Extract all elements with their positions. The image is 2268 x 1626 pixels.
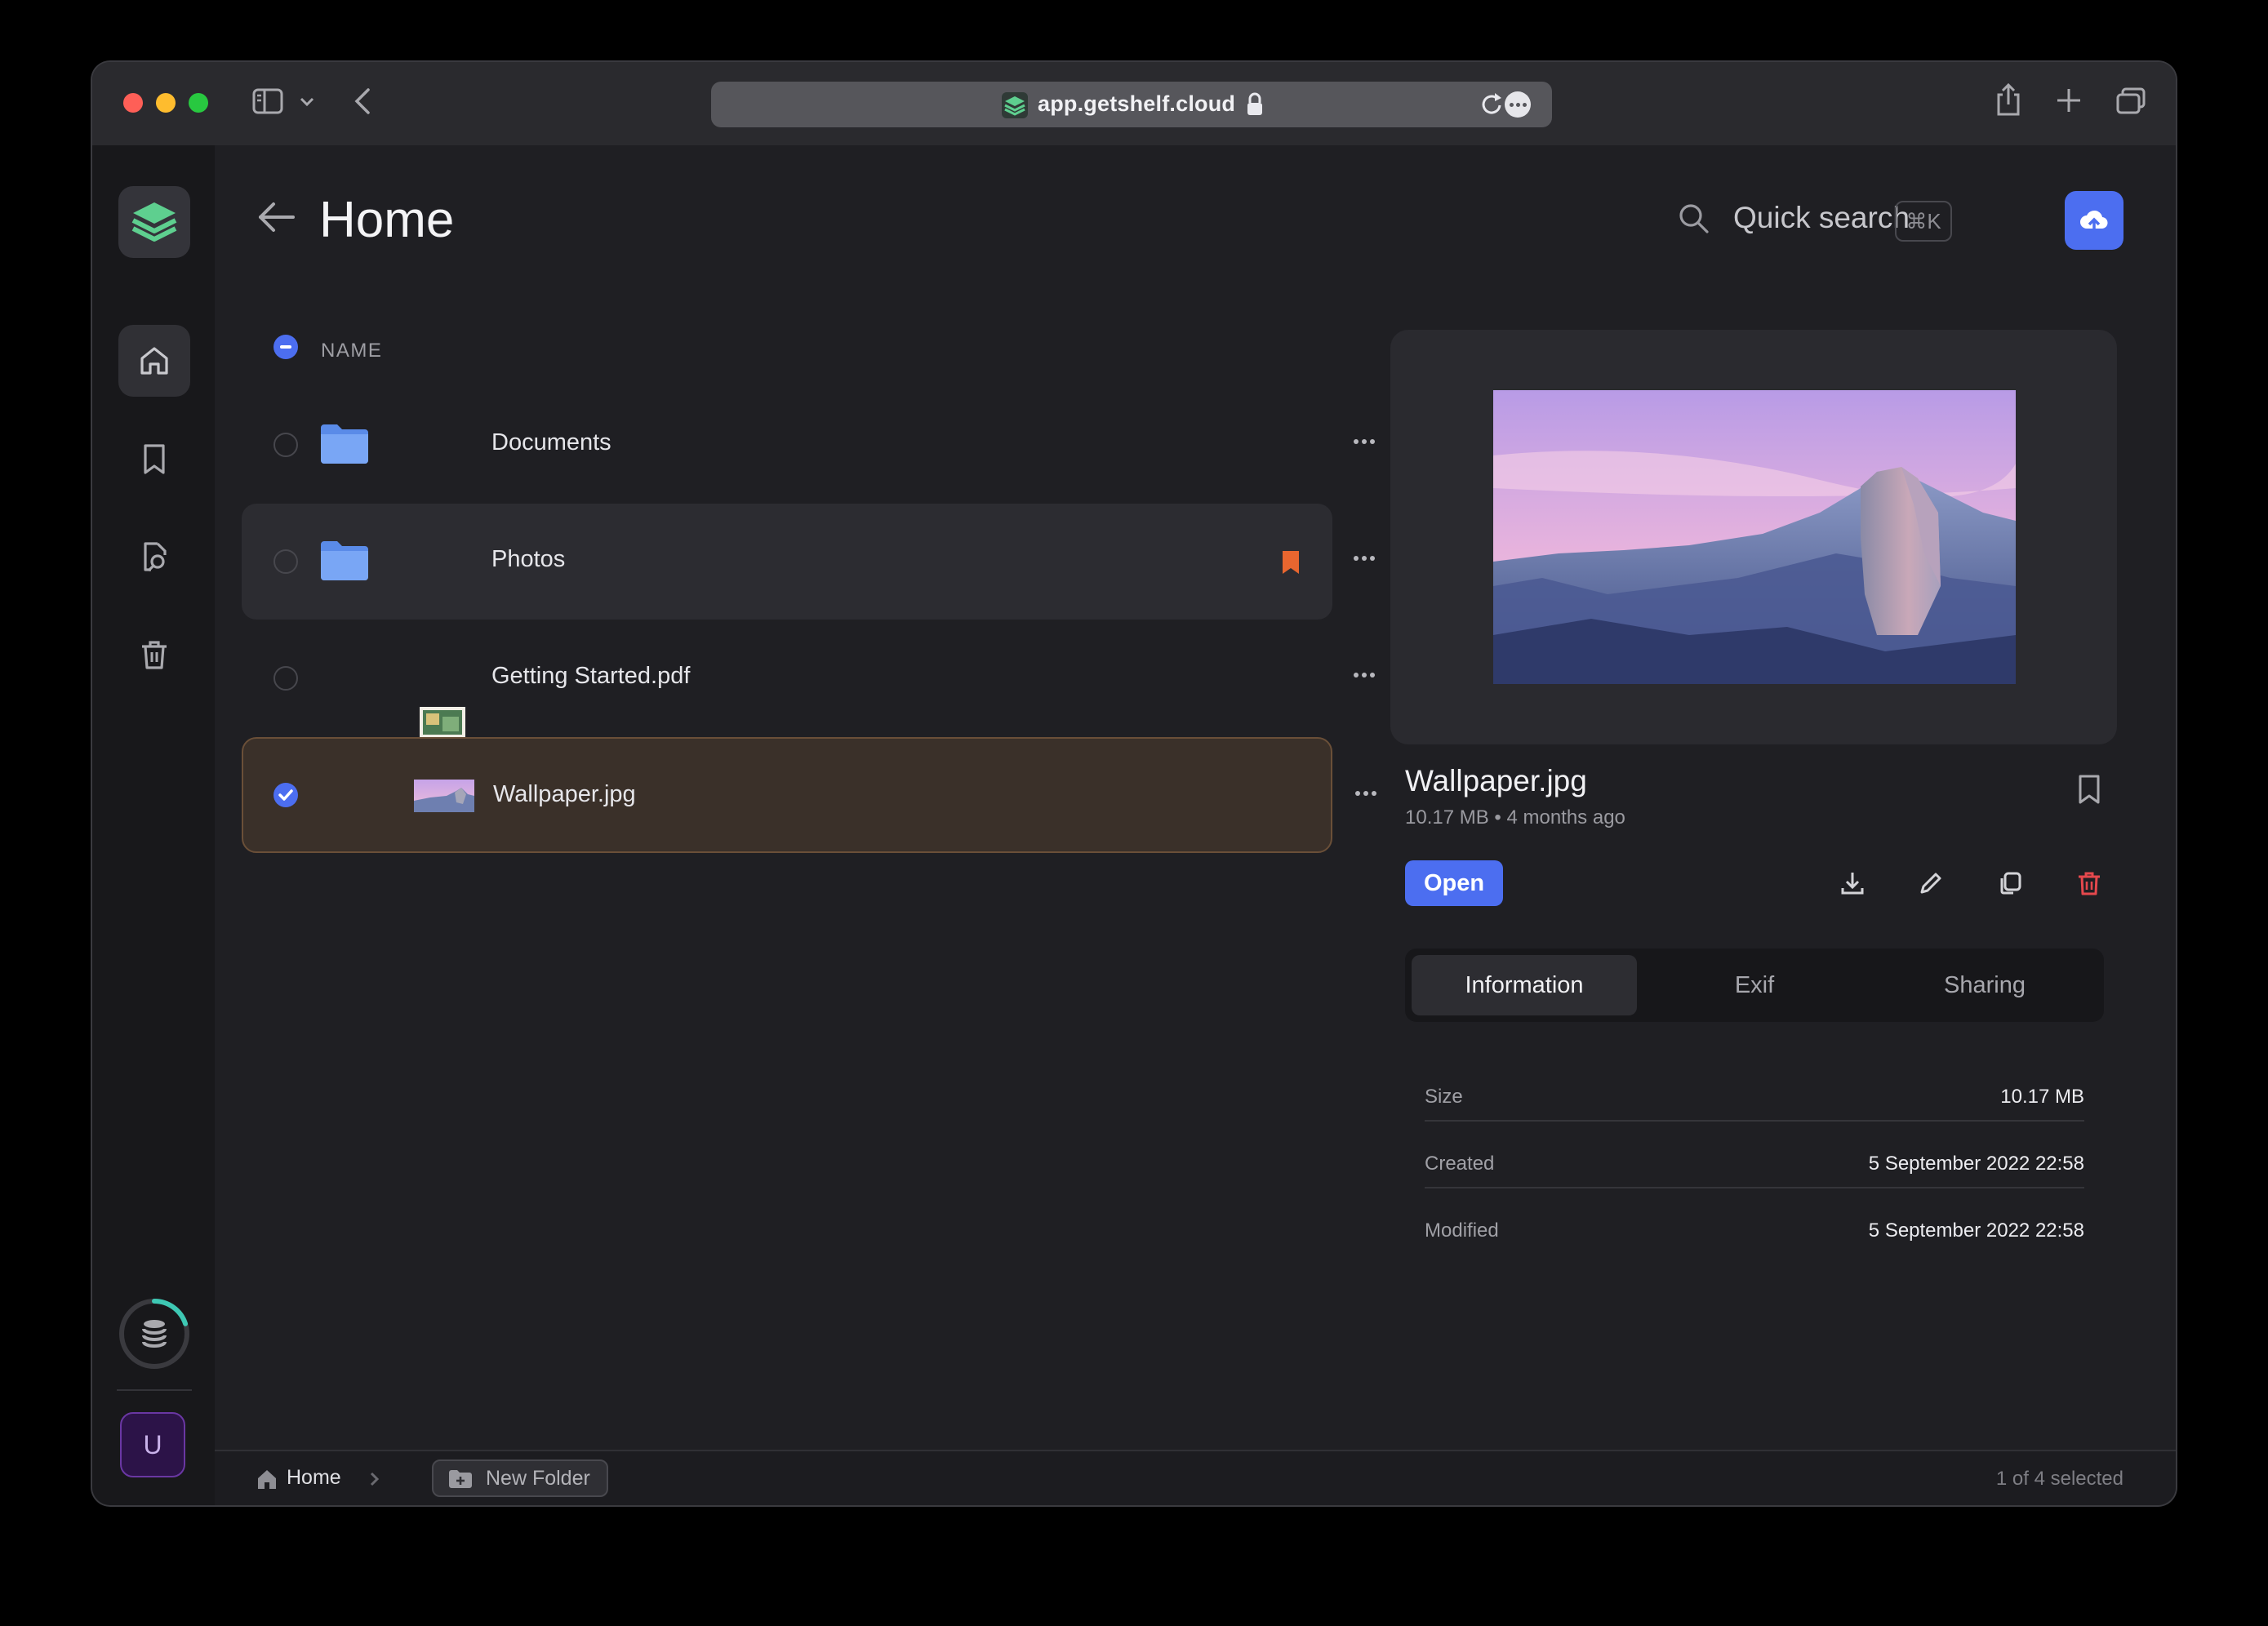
row-checkbox[interactable] xyxy=(273,433,298,457)
back-icon[interactable] xyxy=(352,87,373,116)
info-value: 5 September 2022 22:58 xyxy=(1868,1220,2084,1242)
image-preview[interactable] xyxy=(1493,390,2016,684)
detail-tabs: Information Exif Sharing xyxy=(1405,948,2104,1022)
bookmark-icon[interactable] xyxy=(2076,774,2102,805)
address-bar[interactable]: app.getshelf.cloud xyxy=(711,82,1552,127)
detail-file-title: Wallpaper.jpg xyxy=(1405,764,1587,797)
sidebar-item-search[interactable] xyxy=(118,521,190,593)
home-icon xyxy=(258,1470,276,1489)
cloud-upload-icon xyxy=(2080,210,2108,233)
sidebar-item-home[interactable] xyxy=(118,325,190,397)
sidebar-item-bookmarks[interactable] xyxy=(118,423,190,495)
file-name: Documents xyxy=(491,429,611,455)
folder-icon xyxy=(321,541,368,580)
tab-overview-icon[interactable] xyxy=(2115,87,2146,116)
selection-count: 1 of 4 selected xyxy=(1995,1468,2123,1490)
detail-file-meta: 10.17 MB • 4 months ago xyxy=(1405,806,1625,829)
home-icon xyxy=(140,347,168,375)
file-row-documents[interactable]: Documents xyxy=(242,387,1375,503)
new-folder-button[interactable]: New Folder xyxy=(432,1459,608,1497)
minimize-window-button[interactable] xyxy=(156,93,176,113)
share-icon[interactable] xyxy=(1995,82,2022,118)
select-all-checkbox[interactable] xyxy=(273,335,298,359)
row-checkbox[interactable] xyxy=(273,666,298,691)
sidebar-divider xyxy=(117,1389,192,1391)
lock-icon xyxy=(1247,92,1262,115)
tab-exif[interactable]: Exif xyxy=(1642,955,1867,1015)
folder-icon xyxy=(321,424,368,464)
info-value: 5 September 2022 22:58 xyxy=(1868,1153,2084,1175)
image-thumbnail xyxy=(414,780,474,812)
search-shortcut-badge: ⌘K xyxy=(1895,201,1952,242)
row-checkbox-checked[interactable] xyxy=(273,783,298,807)
sidebar-item-trash[interactable] xyxy=(118,619,190,691)
browser-window: app.getshelf.cloud U Home Quick search ⌘… xyxy=(92,62,2176,1505)
search-icon[interactable] xyxy=(1676,201,1712,237)
breadcrumb-home[interactable]: Home xyxy=(287,1466,341,1490)
info-row-modified: Modified 5 September 2022 22:58 xyxy=(1425,1197,2084,1262)
file-name: Photos xyxy=(491,546,566,572)
file-row-getting-started[interactable]: Getting Started.pdf xyxy=(242,620,1375,767)
layers-logo-icon xyxy=(131,202,177,242)
tab-information[interactable]: Information xyxy=(1412,955,1637,1015)
edit-icon[interactable] xyxy=(1918,870,1944,896)
sidebar-toggle-icon[interactable] xyxy=(252,87,285,116)
trash-icon xyxy=(142,641,167,669)
name-column-header[interactable]: NAME xyxy=(321,340,382,362)
reload-icon[interactable] xyxy=(1480,91,1505,118)
preview-card xyxy=(1390,330,2117,744)
zoom-window-button[interactable] xyxy=(189,93,208,113)
row-checkbox[interactable] xyxy=(273,549,298,574)
checkmark-icon xyxy=(278,789,293,801)
database-icon xyxy=(142,1320,167,1348)
info-divider xyxy=(1425,1120,2084,1122)
file-name: Wallpaper.jpg xyxy=(493,781,636,807)
info-value: 10.17 MB xyxy=(2000,1086,2084,1108)
file-row-wallpaper[interactable]: Wallpaper.jpg xyxy=(242,737,1376,853)
info-row-size: Size 10.17 MB xyxy=(1425,1063,2084,1128)
file-row-photos[interactable]: Photos xyxy=(242,504,1375,620)
back-arrow-icon[interactable] xyxy=(256,199,296,235)
browser-toolbar: app.getshelf.cloud xyxy=(92,62,2176,145)
tab-sharing[interactable]: Sharing xyxy=(1872,955,2097,1015)
bookmarked-icon[interactable] xyxy=(1280,549,1301,575)
new-tab-icon[interactable] xyxy=(2055,87,2083,114)
app-logo[interactable] xyxy=(118,186,190,258)
open-button[interactable]: Open xyxy=(1405,860,1503,906)
page-menu-icon[interactable] xyxy=(1505,91,1531,118)
status-bar: Home New Folder 1 of 4 selected xyxy=(215,1450,2176,1505)
chevron-right-icon xyxy=(370,1472,380,1486)
info-row-created: Created 5 September 2022 22:58 xyxy=(1425,1130,2084,1195)
delete-icon[interactable] xyxy=(2076,870,2102,896)
quick-search-label[interactable]: Quick search xyxy=(1733,201,1910,235)
storage-usage-indicator[interactable] xyxy=(117,1296,192,1371)
upload-button[interactable] xyxy=(2065,191,2123,250)
chevron-down-icon[interactable] xyxy=(300,96,314,108)
download-icon[interactable] xyxy=(1839,870,1866,896)
folder-plus-icon xyxy=(449,1470,472,1488)
page-title: Home xyxy=(319,192,455,248)
file-name: Getting Started.pdf xyxy=(491,663,691,689)
url-text: app.getshelf.cloud xyxy=(1038,91,1236,116)
copy-icon[interactable] xyxy=(1997,870,2023,896)
info-key: Created xyxy=(1425,1153,1495,1175)
wallpaper-preview-image xyxy=(1493,390,2016,684)
bookmark-icon xyxy=(144,444,165,474)
close-window-button[interactable] xyxy=(123,93,143,113)
new-folder-label: New Folder xyxy=(486,1467,590,1490)
info-key: Modified xyxy=(1425,1220,1499,1242)
avatar[interactable]: U xyxy=(120,1412,185,1477)
info-divider xyxy=(1425,1187,2084,1188)
info-key: Size xyxy=(1425,1086,1463,1108)
file-search-icon xyxy=(144,542,167,572)
site-favicon-icon xyxy=(1002,92,1028,118)
app-sidebar: U xyxy=(92,145,215,1505)
